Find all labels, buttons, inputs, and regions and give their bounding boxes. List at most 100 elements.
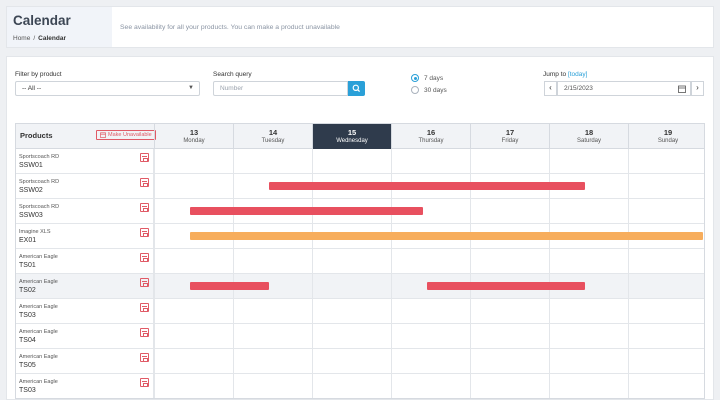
chevron-down-icon: ▼ <box>188 85 194 91</box>
product-sku: TS03 <box>19 387 36 394</box>
product-sku: TS03 <box>19 312 36 319</box>
search-placeholder: Number <box>220 85 244 92</box>
radio-30-days-dot <box>411 86 419 94</box>
booking-bar[interactable] <box>189 232 704 240</box>
table-row: Sportscoach RD SSW01 <box>16 149 704 174</box>
calendar-grid: Products Make Unavailable 13 Monday 14 Tues… <box>15 123 705 399</box>
grid-divider <box>154 149 155 398</box>
chevron-right-icon: › <box>696 83 699 92</box>
product-sku: SSW02 <box>19 187 43 194</box>
search-icon <box>352 84 361 93</box>
chevron-left-icon: ‹ <box>549 83 552 92</box>
grid-divider <box>233 149 234 398</box>
product-filter-value: -- All -- <box>22 85 42 92</box>
product-brand: American Eagle <box>19 354 58 360</box>
breadcrumb-separator: / <box>33 35 36 42</box>
day-number: 15 <box>347 128 357 137</box>
booking-bar[interactable] <box>189 282 269 290</box>
table-row: American Eagle TS01 <box>16 249 704 274</box>
make-unavailable-icon[interactable] <box>140 328 149 337</box>
search-button[interactable] <box>348 81 365 96</box>
products-column-title: Products <box>20 131 53 140</box>
day-number: 18 <box>584 128 594 137</box>
day-name: Thursday <box>418 138 444 144</box>
product-sku: SSW03 <box>19 212 43 219</box>
jump-to-label: Jump to [today] <box>543 71 587 78</box>
table-row: American Eagle TS03 <box>16 374 704 398</box>
day-name: Monday <box>183 138 205 144</box>
calendar-header-row: Products Make Unavailable 13 Monday 14 Tues… <box>16 124 704 149</box>
booking-bar[interactable] <box>189 207 423 215</box>
calendar-panel: Filter by product -- All -- ▼ Search que… <box>6 56 714 400</box>
page-title: Calendar <box>13 13 71 28</box>
make-unavailable-icon[interactable] <box>140 203 149 212</box>
day-number: 19 <box>663 128 673 137</box>
day-header-13: 13 Monday <box>154 124 233 149</box>
day-number: 16 <box>426 128 436 137</box>
make-unavailable-icon[interactable] <box>140 303 149 312</box>
date-input[interactable]: 2/15/2023 <box>557 81 691 96</box>
make-unavailable-icon[interactable] <box>140 378 149 387</box>
make-unavailable-icon[interactable] <box>140 178 149 187</box>
date-value: 2/15/2023 <box>564 85 593 92</box>
day-header-15: 15 Wednesday <box>312 124 391 149</box>
day-number: 14 <box>268 128 278 137</box>
make-unavailable-icon[interactable] <box>140 228 149 237</box>
booking-bar[interactable] <box>268 182 585 190</box>
breadcrumb-current: Calendar <box>38 35 66 42</box>
calendar-icon[interactable] <box>678 85 686 93</box>
product-brand: American Eagle <box>19 379 58 385</box>
day-name: Saturday <box>576 138 601 144</box>
day-number: 13 <box>189 128 199 137</box>
product-filter-label: Filter by product <box>15 71 62 78</box>
radio-30-days[interactable]: 30 days <box>411 86 447 94</box>
product-brand: Imagine XLS <box>19 229 51 235</box>
radio-7-days-dot <box>411 74 419 82</box>
day-number: 17 <box>505 128 515 137</box>
product-brand: American Eagle <box>19 254 58 260</box>
product-brand: American Eagle <box>19 279 58 285</box>
product-sku: EX01 <box>19 237 37 244</box>
radio-7-days-label: 7 days <box>424 74 444 82</box>
booking-bar[interactable] <box>426 282 585 290</box>
day-header-16: 16 Thursday <box>391 124 470 149</box>
product-brand: Sportscoach RD <box>19 154 60 160</box>
jump-to-text: Jump to <box>543 71 568 78</box>
day-header-18: 18 Saturday <box>549 124 628 149</box>
calendar-icon <box>100 132 106 138</box>
product-filter-select[interactable]: -- All -- ▼ <box>15 81 200 96</box>
grid-divider <box>628 149 629 398</box>
product-sku: TS01 <box>19 262 36 269</box>
next-week-button[interactable]: › <box>691 81 704 96</box>
make-unavailable-icon[interactable] <box>140 253 149 262</box>
today-link[interactable]: [today] <box>568 71 588 78</box>
search-input[interactable]: Number <box>213 81 348 96</box>
product-sku: TS05 <box>19 362 36 369</box>
table-row: American Eagle TS05 <box>16 349 704 374</box>
make-unavailable-icon[interactable] <box>140 278 149 287</box>
search-query-label: Search query <box>213 71 252 78</box>
breadcrumb: Home / Calendar <box>13 35 112 42</box>
radio-7-days[interactable]: 7 days <box>411 74 443 82</box>
breadcrumb-home[interactable]: Home <box>13 35 30 42</box>
product-sku: TS04 <box>19 337 36 344</box>
product-sku: SSW01 <box>19 162 43 169</box>
prev-week-button[interactable]: ‹ <box>544 81 557 96</box>
make-unavailable-button[interactable]: Make Unavailable <box>96 130 156 140</box>
product-brand: American Eagle <box>19 304 58 310</box>
page-header: Calendar Home / Calendar See availabilit… <box>6 6 714 48</box>
make-unavailable-icon[interactable] <box>140 153 149 162</box>
page-description: See availability for all your products. … <box>120 24 340 31</box>
make-unavailable-icon[interactable] <box>140 353 149 362</box>
table-row: American Eagle TS04 <box>16 324 704 349</box>
radio-30-days-label: 30 days <box>424 86 447 94</box>
product-sku: TS02 <box>19 287 36 294</box>
day-name: Wednesday <box>336 138 368 144</box>
header-title-block: Calendar Home / Calendar <box>7 7 112 47</box>
day-name: Tuesday <box>261 138 285 144</box>
product-brand: American Eagle <box>19 329 58 335</box>
table-row: American Eagle TS02 <box>16 274 704 299</box>
day-header-14: 14 Tuesday <box>233 124 312 149</box>
day-name: Friday <box>501 138 519 144</box>
table-row: American Eagle TS03 <box>16 299 704 324</box>
